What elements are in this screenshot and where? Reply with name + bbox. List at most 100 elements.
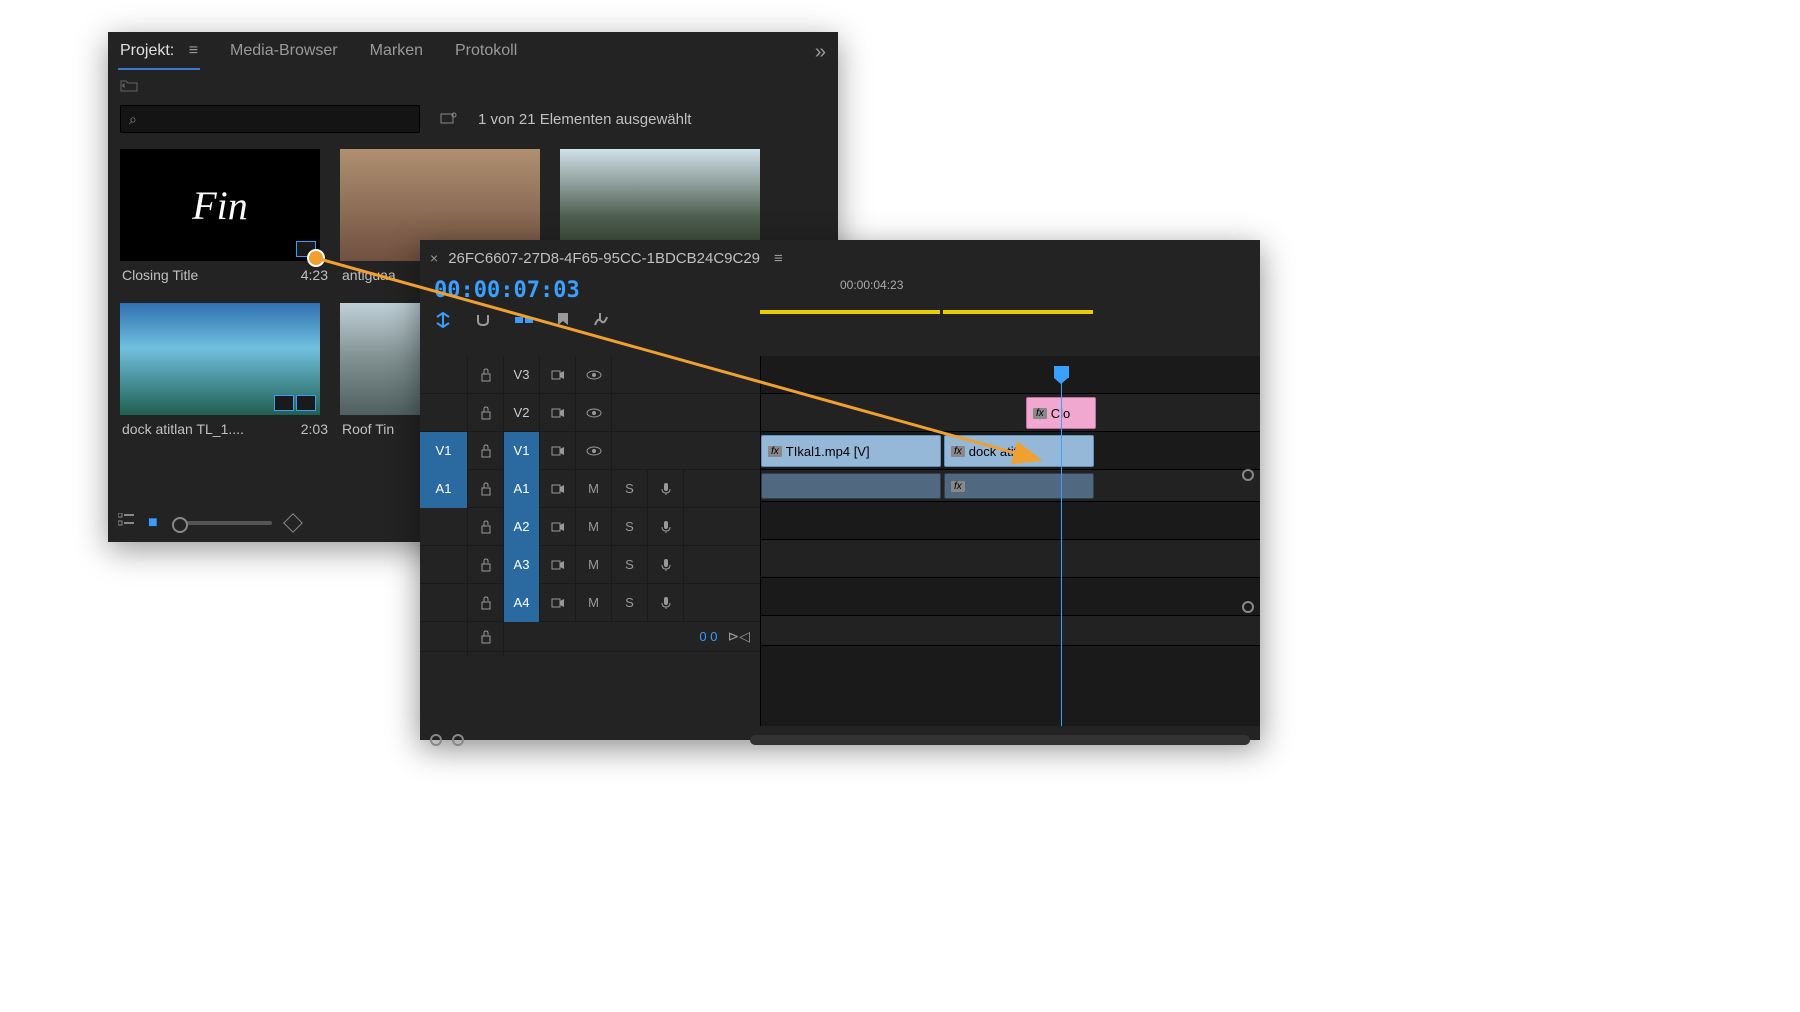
list-view-icon[interactable] — [118, 513, 134, 532]
toggle-output-icon[interactable] — [540, 584, 576, 622]
tab-protokoll[interactable]: Protokoll — [453, 34, 519, 70]
track-area[interactable]: fx Clo fx TIkal1.mp4 [V] fx dock atitla … — [760, 356, 1260, 726]
mute-button[interactable]: M — [576, 508, 612, 546]
track-content-a2[interactable] — [761, 502, 1260, 540]
close-icon[interactable]: × — [430, 250, 438, 266]
solo-button[interactable]: S — [612, 584, 648, 622]
track-header-a3: A3 M S — [420, 546, 760, 584]
scroll-handle-right[interactable] — [452, 734, 464, 746]
fx-badge-icon: fx — [1033, 408, 1047, 419]
settings-icon[interactable] — [592, 311, 610, 334]
playhead[interactable] — [1061, 376, 1062, 726]
master-level[interactable]: 0 0 — [699, 629, 727, 644]
source-patch-a1[interactable]: A1 — [420, 470, 468, 508]
playhead-handle[interactable] — [1054, 366, 1069, 378]
track-content-a3[interactable] — [761, 540, 1260, 578]
track-content-v3[interactable] — [761, 356, 1260, 394]
source-patch[interactable] — [420, 508, 468, 546]
track-label[interactable]: V3 — [504, 356, 540, 394]
solo-button[interactable]: S — [612, 508, 648, 546]
track-header-a2: A2 M S — [420, 508, 760, 546]
clip-dock[interactable]: fx dock atitla — [944, 435, 1094, 467]
source-patch-v1[interactable]: V1 — [420, 432, 468, 470]
search-bin-icon[interactable] — [440, 111, 458, 128]
lock-icon[interactable] — [468, 584, 504, 622]
track-target-v1[interactable]: V1 — [504, 432, 540, 470]
tab-marken[interactable]: Marken — [368, 34, 425, 70]
solo-button[interactable]: S — [612, 546, 648, 584]
search-input[interactable]: ⌕ — [120, 105, 420, 133]
project-item[interactable]: Fin Closing Title 4:23 — [120, 149, 330, 293]
snap-icon[interactable] — [474, 311, 492, 334]
project-item[interactable]: dock atitlan TL_1.... 2:03 — [120, 303, 330, 447]
clip-audio[interactable]: fx — [944, 473, 1094, 499]
voiceover-icon[interactable] — [648, 546, 684, 584]
lock-icon[interactable] — [468, 394, 504, 432]
timeline-panel: × 26FC6607-27D8-4F65-95CC-1BDCB24C9C29 ≡… — [420, 240, 1260, 740]
work-area-bar[interactable] — [943, 310, 1093, 314]
sequence-name: 26FC6607-27D8-4F65-95CC-1BDCB24C9C29 — [448, 250, 760, 267]
mute-button[interactable]: M — [576, 546, 612, 584]
toggle-output-icon[interactable] — [540, 432, 576, 470]
item-duration: 4:23 — [301, 267, 328, 283]
tab-media-browser[interactable]: Media-Browser — [228, 34, 340, 70]
mute-button[interactable]: M — [576, 470, 612, 508]
track-target-a2[interactable]: A2 — [504, 508, 540, 546]
fx-badge-icon: fx — [951, 481, 965, 492]
clip-audio[interactable] — [761, 473, 941, 499]
toggle-output-icon[interactable] — [540, 394, 576, 432]
eye-icon[interactable] — [576, 394, 612, 432]
hamburger-icon[interactable]: ≡ — [774, 250, 783, 267]
lock-icon[interactable] — [468, 546, 504, 584]
toggle-output-icon[interactable] — [540, 508, 576, 546]
voiceover-icon[interactable] — [648, 508, 684, 546]
source-patch[interactable] — [420, 356, 468, 394]
track-target-a3[interactable]: A3 — [504, 546, 540, 584]
expand-icon[interactable]: ⊳◁ — [728, 628, 761, 645]
linked-selection-icon[interactable] — [514, 311, 534, 334]
marker-icon[interactable] — [556, 311, 570, 334]
clip-tikal[interactable]: fx TIkal1.mp4 [V] — [761, 435, 941, 467]
timeline-zoom-slider[interactable] — [750, 735, 1250, 745]
track-target-a1[interactable]: A1 — [504, 470, 540, 508]
mute-button[interactable]: M — [576, 584, 612, 622]
lock-icon[interactable] — [468, 508, 504, 546]
toggle-output-icon[interactable] — [540, 546, 576, 584]
voiceover-icon[interactable] — [648, 584, 684, 622]
insert-mode-icon[interactable] — [434, 311, 452, 334]
track-content-a4[interactable] — [761, 578, 1260, 616]
track-content-master[interactable] — [761, 616, 1260, 646]
eye-icon[interactable] — [576, 432, 612, 470]
zoom-slider[interactable] — [172, 521, 272, 525]
track-target-a4[interactable]: A4 — [504, 584, 540, 622]
scroll-handle-left[interactable] — [430, 734, 442, 746]
tab-projekt[interactable]: Projekt: ≡ — [118, 34, 200, 70]
solo-button[interactable]: S — [612, 470, 648, 508]
voiceover-icon[interactable] — [648, 470, 684, 508]
toggle-output-icon[interactable] — [540, 470, 576, 508]
track-content-v2[interactable]: fx Clo — [761, 394, 1260, 432]
lock-icon[interactable] — [468, 432, 504, 470]
track-header-v1: V1 V1 — [420, 432, 760, 470]
lock-icon[interactable] — [468, 356, 504, 394]
track-content-a1[interactable]: fx — [761, 470, 1260, 502]
source-patch[interactable] — [420, 584, 468, 622]
track-label[interactable]: V2 — [504, 394, 540, 432]
icon-view-icon[interactable]: ■ — [148, 514, 158, 532]
timecode[interactable]: 00:00:07:03 — [420, 276, 760, 305]
overflow-icon[interactable]: » — [815, 41, 828, 64]
folder-up-icon[interactable] — [108, 72, 838, 101]
track-content-v1[interactable]: fx TIkal1.mp4 [V] fx dock atitla — [761, 432, 1260, 470]
lock-icon[interactable] — [468, 470, 504, 508]
eye-icon[interactable] — [576, 356, 612, 394]
source-patch[interactable] — [420, 546, 468, 584]
sort-icon[interactable] — [283, 513, 303, 533]
video-badge-icon — [296, 241, 316, 257]
work-area-bar[interactable] — [760, 310, 940, 314]
hamburger-icon[interactable]: ≡ — [189, 42, 198, 59]
toggle-output-icon[interactable] — [540, 356, 576, 394]
lock-icon[interactable] — [468, 618, 504, 656]
time-ruler[interactable]: 00:00:04:23 — [760, 276, 1260, 356]
vertical-scroll[interactable] — [1242, 457, 1254, 625]
source-patch[interactable] — [420, 394, 468, 432]
